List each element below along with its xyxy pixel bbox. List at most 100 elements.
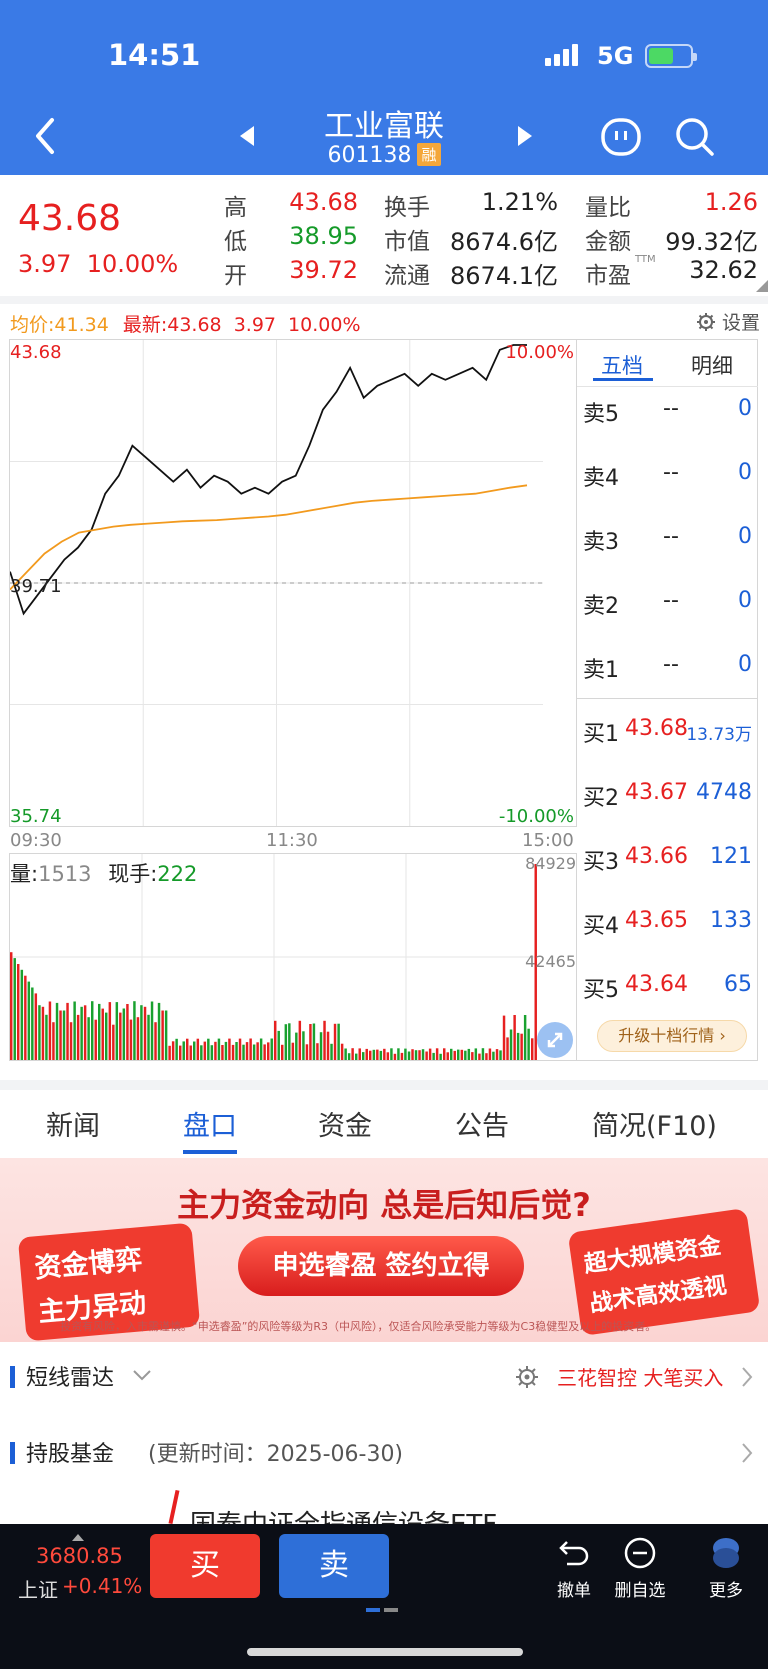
volume-bar [140,1005,143,1060]
upgrade-button[interactable]: 升级十档行情 › [597,1020,747,1052]
more-label: 更多 [709,1581,743,1601]
volume-bar [326,1031,330,1060]
volume-bar [210,1045,214,1060]
bid-row[interactable]: 买4 43.65 133 [577,904,758,944]
bid-row[interactable]: 买2 43.67 4748 [577,776,758,816]
more-icon [713,1538,739,1568]
bid-row[interactable]: 买1 43.68 13.73万 [577,712,758,752]
volume-bar [119,1012,122,1060]
bid-volume: 13.73万 [686,725,752,745]
latest-label: 最新:43.68 [122,314,222,336]
tab-five-levels[interactable]: 五档 [601,350,643,380]
volume-bar [274,1020,277,1060]
tab-funds[interactable]: 资金 [318,1104,372,1143]
quote-label: 流通 [384,263,430,289]
caret-up-icon[interactable] [70,1532,86,1542]
ad-banner[interactable]: 主力资金动向 总是后知后觉? 资金博弈 主力异动 申选睿盈 签约立得 超大规模资… [0,1158,768,1342]
index-value[interactable]: 3680.85 [36,1544,123,1568]
change-value: 3.97 [18,250,72,278]
hand-value: 222 [157,862,198,886]
ask-row[interactable]: 卖4 -- 0 [577,456,758,496]
volume-bar [186,1038,189,1060]
chevron-right-icon[interactable] [740,1442,754,1464]
stock-name: 工业富联 [324,109,444,144]
next-stock-icon[interactable] [514,124,536,148]
volume-bar [66,1002,69,1060]
volume-bar [421,1049,425,1060]
divider [577,698,758,699]
bid-row[interactable]: 买3 43.66 121 [577,840,758,880]
remove-watchlist-button[interactable]: 删自选 [602,1536,678,1601]
tab-news[interactable]: 新闻 [46,1104,100,1143]
radar-row[interactable]: 短线雷达 三花智控 大笔买入 [0,1342,768,1412]
ask-row[interactable]: 卖5 -- 0 [577,392,758,432]
ask-row[interactable]: 卖1 -- 0 [577,648,758,688]
tab-pankou[interactable]: 盘口 [183,1104,237,1143]
ttm-superscript: TTM [635,254,656,265]
quote-label: 金额 [585,229,631,255]
buy-button[interactable]: 买 [150,1534,260,1598]
volume-readout: 量:1513 现手:222 [10,858,197,888]
sell-button[interactable]: 卖 [279,1534,389,1598]
volume-bar [527,1028,530,1060]
quote-value: 43.68 [289,188,358,216]
volume-bar [488,1048,492,1060]
tab-profile[interactable]: 简况(F10) [592,1104,717,1143]
chevron-right-icon[interactable] [740,1366,754,1388]
gear-icon[interactable] [514,1364,540,1390]
bid-volume: 4748 [696,780,752,805]
intraday-chart[interactable]: 43.68 39.71 35.74 10.00% -10.00% [9,339,577,827]
volume-bar [147,1014,150,1060]
expand-chart-button[interactable] [537,1022,573,1058]
bid-volume: 65 [724,972,752,997]
chat-robot-icon[interactable] [600,116,642,158]
quote-value: 99.32亿 [665,228,758,256]
volume-bar [400,1052,404,1060]
volume-bar [302,1031,305,1060]
volume-bar [407,1051,411,1060]
volume-bar [453,1050,456,1060]
tab-announcements[interactable]: 公告 [455,1104,509,1143]
banner-cta-button[interactable]: 申选睿盈 签约立得 [238,1236,524,1296]
ask-volume: 0 [738,396,752,421]
search-icon[interactable] [674,116,716,158]
volume-bar [460,1049,464,1060]
volume-bar [478,1053,481,1060]
volume-bar [252,1044,256,1060]
ask-row[interactable]: 卖2 -- 0 [577,584,758,624]
chevron-down-icon[interactable] [132,1368,152,1382]
bid-price: 43.66 [625,844,688,869]
more-button[interactable]: 更多 [688,1536,764,1601]
volume-bar [443,1048,446,1060]
volume-bar [235,1042,238,1060]
volume-bar [108,1002,112,1060]
ask-volume: 0 [738,460,752,485]
remove-label: 删自选 [614,1581,666,1601]
tab-details[interactable]: 明细 [691,350,733,380]
fund-row[interactable]: 持股基金 (更新时间：2025-06-30) 国泰中证全指通信设备ETF [0,1418,768,1540]
quote-label: 换手 [384,195,430,221]
volume-bar [143,1006,147,1060]
volume-bar [492,1051,495,1060]
quote-label: 高 [224,195,247,221]
ask-volume: 0 [738,588,752,613]
ask-row[interactable]: 卖3 -- 0 [577,520,758,560]
last-price: 43.68 [18,198,122,239]
volume-bar [418,1050,421,1060]
banner-disclaimer: 投资有风险，入市需谨慎。“申选睿盈”的风险等级为R3（中风险），仅适合风险承受能… [60,1320,657,1333]
battery-icon [645,44,697,68]
volume-bar [372,1049,376,1060]
volume-bar [355,1053,358,1060]
index-name[interactable]: 上证 [18,1574,58,1603]
volume-bar [298,1020,302,1060]
top-header: 14:51 5G 工业富联 601138 融 [0,0,768,175]
volume-bar [38,1005,41,1060]
fund-item-marker [168,1489,180,1525]
settings-button[interactable]: 设置 [696,308,760,335]
bid-row[interactable]: 买5 43.64 65 [577,968,758,1008]
undo-button[interactable]: 撤单 [536,1536,612,1601]
volume-bar [231,1044,235,1060]
stock-code: 601138 [327,143,412,168]
ask-price: -- [663,588,679,613]
volume-chart[interactable]: 量:1513 现手:222 84929 42465 [9,853,577,1061]
